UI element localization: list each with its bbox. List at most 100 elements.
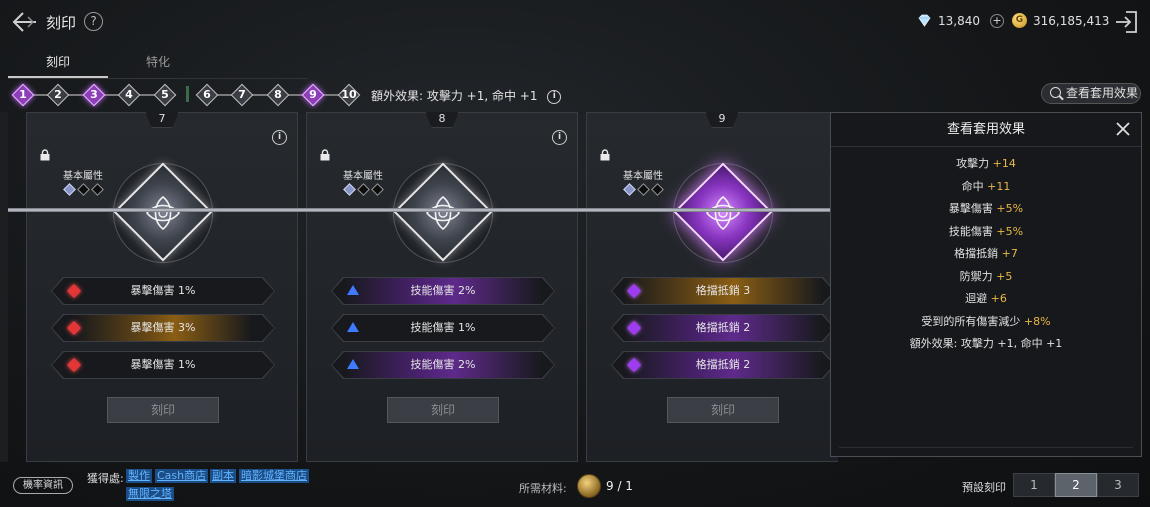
- slot-filled-icon: [623, 183, 636, 196]
- effect-label: 迴避: [965, 292, 988, 305]
- effect-line: 格擋抵銷 +7: [831, 243, 1141, 266]
- add-diamond-icon[interactable]: +: [990, 13, 1004, 28]
- tab-specialize[interactable]: 特化: [108, 52, 208, 78]
- tab-divider: [8, 78, 308, 79]
- step-number: 3: [90, 88, 98, 101]
- engrave-button[interactable]: 刻印: [387, 397, 499, 423]
- stat-text: 暴擊傷害 1%: [130, 358, 196, 371]
- effect-label: 暴擊傷害: [948, 202, 993, 215]
- base-attribute-label: 基本屬性: [63, 171, 103, 182]
- preset-label: 預設刻印: [962, 481, 1006, 494]
- back-arrow-icon[interactable]: [10, 9, 38, 35]
- engrave-card-8: 8 i 基本屬性 技能傷害 2% 技能傷害 1% 技能傷害 2% 刻印: [306, 112, 578, 462]
- effect-line: 迴避 +6: [831, 288, 1141, 311]
- engrave-step-8[interactable]: 8: [266, 83, 290, 107]
- stat-row: 暴擊傷害 1%: [51, 351, 275, 379]
- popup-title: 查看套用效果: [831, 113, 1141, 147]
- lock-icon[interactable]: [39, 149, 51, 161]
- base-attribute-label: 基本屬性: [343, 171, 383, 182]
- effect-line: 攻擊力 +14: [831, 153, 1141, 176]
- lock-icon[interactable]: [599, 149, 611, 161]
- engrave-button[interactable]: 刻印: [667, 397, 779, 423]
- engrave-step-7[interactable]: 7: [230, 83, 254, 107]
- stat-text: 技能傷害 1%: [410, 321, 476, 334]
- preset-3-button[interactable]: 3: [1097, 473, 1139, 497]
- stat-row: 技能傷害 1%: [331, 314, 555, 342]
- slot-empty-icon: [371, 183, 384, 196]
- slot-empty-icon: [357, 183, 370, 196]
- step-number: 9: [309, 88, 317, 101]
- slot-empty-icon: [77, 183, 90, 196]
- preset-1-button[interactable]: 1: [1013, 473, 1055, 497]
- slot-empty-icon: [637, 183, 650, 196]
- effect-line: 額外效果: 攻擊力 +1, 命中 +1: [831, 333, 1141, 356]
- source-link-dungeon[interactable]: 副本: [210, 469, 236, 483]
- step-group-divider: [186, 86, 189, 102]
- search-icon: [1050, 87, 1061, 98]
- close-icon[interactable]: [1115, 121, 1131, 137]
- engrave-step-10[interactable]: 10: [337, 83, 361, 107]
- source-link-craft[interactable]: 製作: [126, 469, 152, 483]
- engrave-step-1[interactable]: 1: [11, 83, 35, 107]
- top-bar: 刻印 ? 13,840 + G 316,185,413: [0, 0, 1150, 44]
- engrave-button[interactable]: 刻印: [107, 397, 219, 423]
- effect-line: 防禦力 +5: [831, 266, 1141, 289]
- effect-value: +5%: [996, 202, 1024, 215]
- effect-value: +14: [992, 157, 1016, 170]
- knot-emblem-icon: [705, 195, 741, 231]
- bonus-effect-text: 額外效果: 攻擊力 +1, 命中 +1: [371, 89, 538, 103]
- preset-2-button[interactable]: 2: [1055, 473, 1097, 497]
- tab-engrave[interactable]: 刻印: [8, 52, 108, 78]
- card-number: 8: [425, 112, 459, 128]
- view-applied-effects-button[interactable]: 查看套用效果: [1041, 83, 1141, 104]
- base-attribute-slots: [343, 183, 393, 197]
- engrave-step-3[interactable]: 3: [82, 83, 106, 107]
- material-label: 所需材料:: [519, 482, 567, 495]
- source-link-cash-shop[interactable]: Cash商店: [155, 469, 209, 483]
- source-label: 獲得處:: [87, 472, 124, 485]
- source-link-shadow-castle-shop[interactable]: 暗影城堡商店: [239, 469, 309, 483]
- base-attribute-slots: [623, 183, 673, 197]
- engrave-step-2[interactable]: 2: [46, 83, 70, 107]
- slot-filled-icon: [343, 183, 356, 196]
- engrave-step-row: 1 2 3 4 5 6 7 8 9 10: [10, 82, 370, 107]
- card-number: 7: [145, 112, 179, 128]
- effect-value: +11: [987, 179, 1011, 193]
- bottom-bar: 機率資訊 獲得處: 製作 Cash商店 副本 暗影城堡商店 無限之塔 所需材料:…: [0, 466, 1150, 507]
- step-number: 5: [161, 88, 169, 101]
- bonus-effect: 額外效果: 攻擊力 +1, 命中 +1 i: [371, 87, 562, 104]
- stat-row: 暴擊傷害 1%: [51, 277, 275, 305]
- slot-empty-icon: [91, 183, 104, 196]
- exit-icon[interactable]: [1112, 8, 1140, 36]
- help-icon[interactable]: ?: [84, 12, 103, 31]
- gold-coin-icon: G: [1012, 13, 1027, 28]
- info-icon[interactable]: i: [547, 89, 562, 104]
- tab-bar: 刻印 特化: [8, 52, 308, 80]
- effect-label: 攻擊力: [956, 157, 990, 170]
- base-attribute-slots: [63, 183, 113, 197]
- gold-currency: G 316,185,413: [1012, 13, 1109, 28]
- effect-label: 額外效果: 攻擊力 +1, 命中 +1: [909, 337, 1063, 350]
- engrave-step-4[interactable]: 4: [117, 83, 141, 107]
- engrave-card-9: 9i基本屬性格擋抵銷 3格擋抵銷 2格擋抵銷 2刻印: [586, 112, 838, 462]
- slot-empty-icon: [651, 183, 664, 196]
- probability-info-button[interactable]: 機率資訊: [13, 477, 73, 494]
- lock-icon[interactable]: [319, 149, 331, 161]
- stat-row: 格擋抵銷 2: [611, 351, 835, 379]
- stat-row: 格擋抵銷 2: [611, 314, 835, 342]
- stat-text: 格擋抵銷 2: [695, 321, 751, 334]
- stat-text: 暴擊傷害 1%: [130, 284, 196, 297]
- step-number: 4: [125, 88, 133, 101]
- effects-list: 攻擊力 +14 命中 +11 暴擊傷害 +5% 技能傷害 +5% 格擋抵銷 +7 防禦力 …: [831, 153, 1141, 356]
- material-icon: [577, 474, 601, 498]
- info-icon[interactable]: i: [552, 130, 567, 145]
- stat-text: 格擋抵銷 2: [695, 358, 751, 371]
- popup-footer-line: [839, 447, 1133, 448]
- engrave-step-6[interactable]: 6: [195, 83, 219, 107]
- info-icon[interactable]: i: [272, 130, 287, 145]
- engrave-step-5[interactable]: 5: [153, 83, 177, 107]
- diamond-count: 13,840: [938, 13, 980, 28]
- diamond-icon: [918, 14, 931, 27]
- engrave-step-9[interactable]: 9: [301, 83, 325, 107]
- source-link-infinite-tower[interactable]: 無限之塔: [126, 487, 174, 501]
